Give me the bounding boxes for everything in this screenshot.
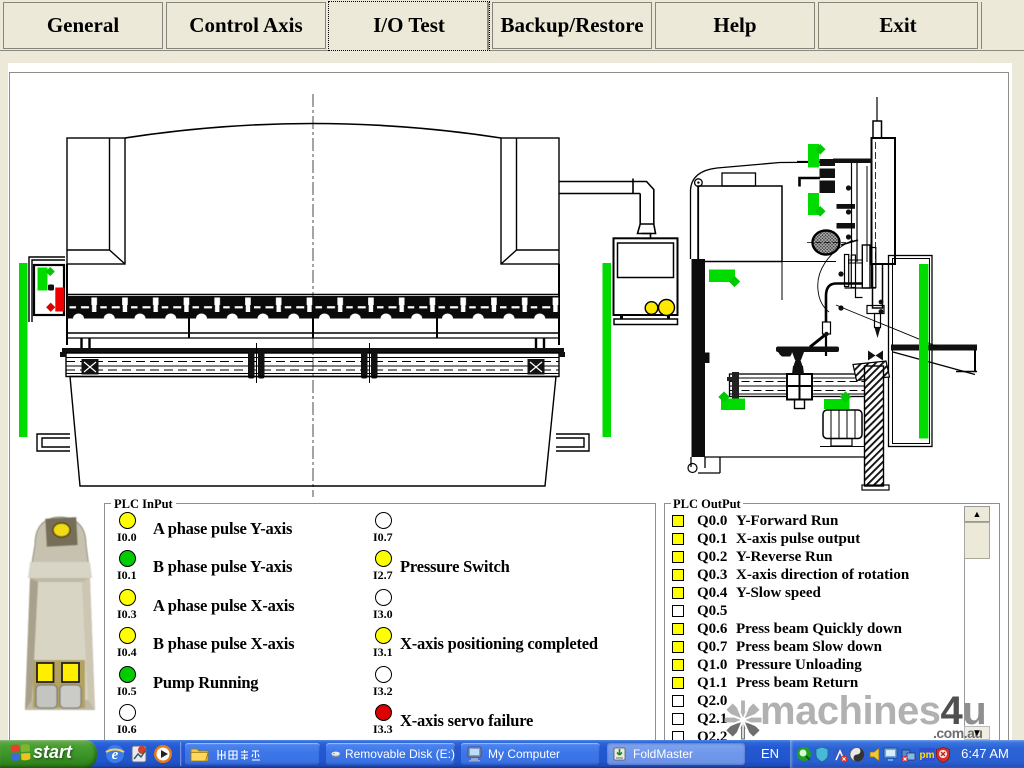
svg-text:pm: pm xyxy=(920,750,935,761)
